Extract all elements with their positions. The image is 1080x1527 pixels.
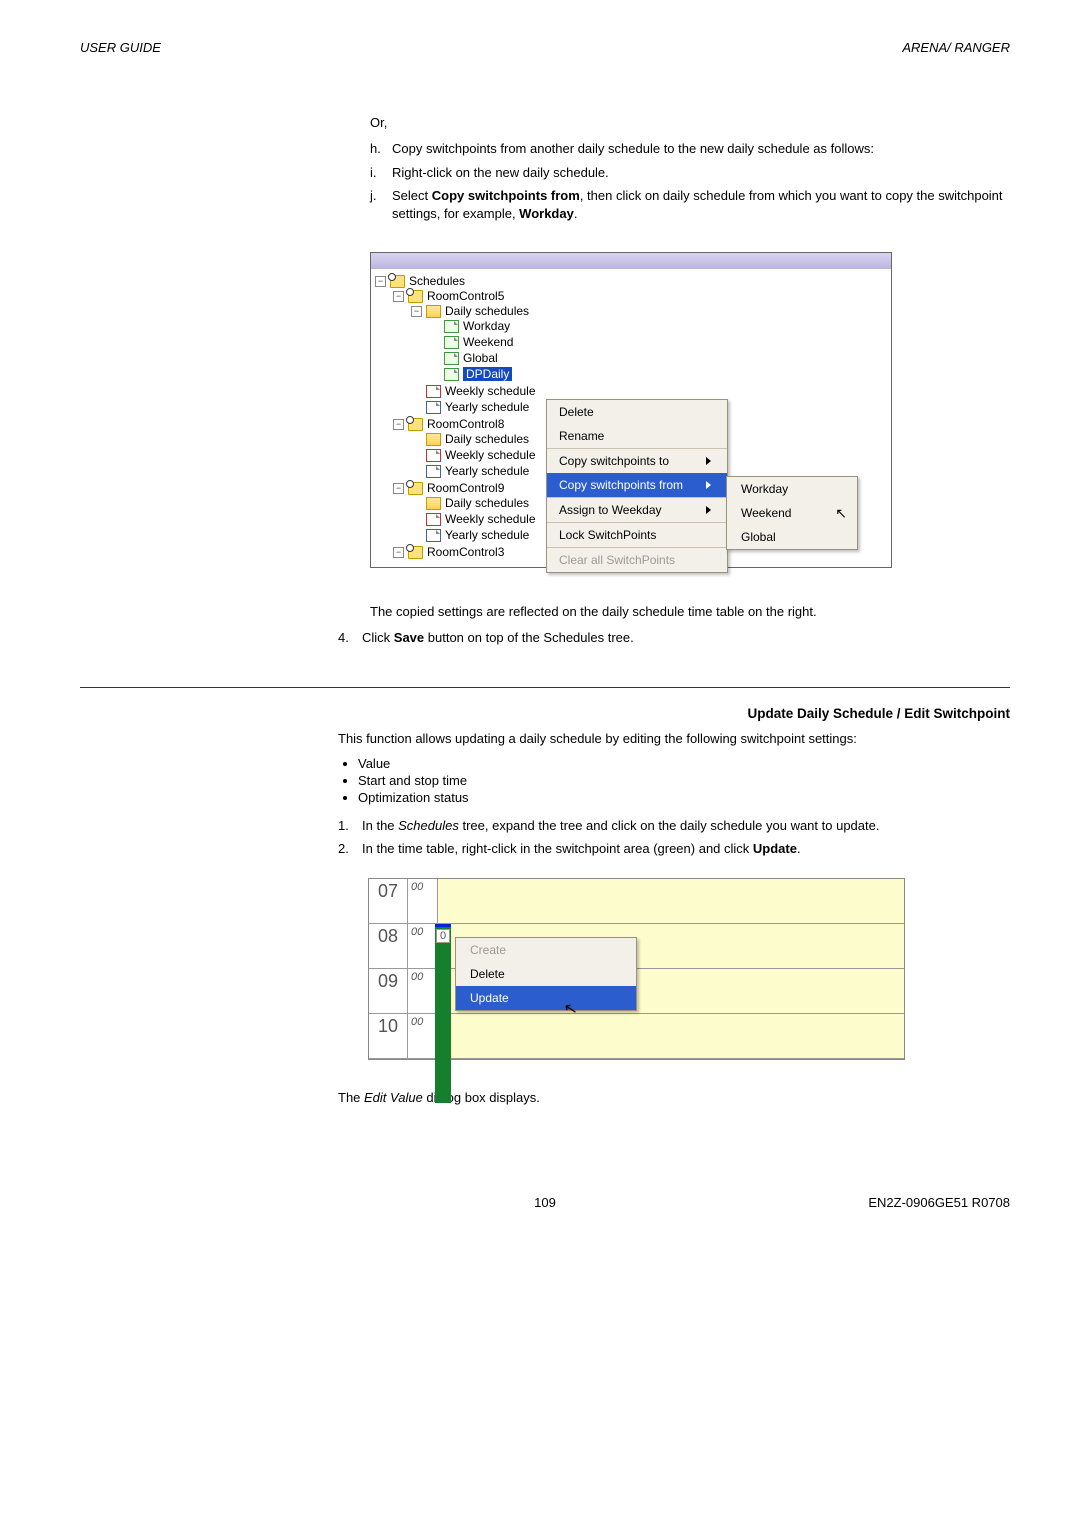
clock-folder-icon	[408, 546, 423, 559]
submenu-weekend[interactable]: Weekend ↖	[727, 501, 857, 525]
folder-icon	[426, 433, 441, 446]
expand-icon[interactable]: −	[393, 291, 404, 302]
ctx-rename[interactable]: Rename	[547, 424, 727, 448]
tt-ctx-create-disabled: Create	[456, 938, 636, 962]
cursor-icon: ↖	[835, 505, 847, 522]
tree-node-rc8[interactable]: RoomControl8	[427, 417, 504, 431]
titlebar	[371, 253, 891, 269]
switchpoint-value: 0	[436, 929, 450, 943]
daily-icon	[444, 336, 459, 349]
footer-page-number: 109	[280, 1195, 810, 1210]
expand-icon[interactable]: −	[375, 276, 386, 287]
yearly-icon	[426, 529, 441, 542]
timetable-context-menu: Create Delete Update	[455, 937, 637, 1011]
tree-root-label[interactable]: Schedules	[409, 274, 465, 288]
tree-leaf-rc8-yearly[interactable]: Yearly schedule	[445, 464, 529, 478]
timetable-hour-07: 07	[369, 879, 408, 923]
submenu-workday[interactable]: Workday	[727, 477, 857, 501]
tree-node-rc5[interactable]: RoomControl5	[427, 289, 504, 303]
section-title: Update Daily Schedule / Edit Switchpoint	[80, 706, 1010, 721]
yearly-icon	[426, 401, 441, 414]
chevron-right-icon	[706, 457, 711, 465]
list-marker-1b: 1.	[338, 817, 362, 835]
weekly-icon	[426, 385, 441, 398]
header-left: USER GUIDE	[80, 40, 161, 55]
chevron-right-icon	[706, 481, 711, 489]
section2-intro: This function allows updating a daily sc…	[338, 731, 1010, 746]
tt-ctx-update[interactable]: Update	[456, 986, 636, 1010]
expand-icon[interactable]: −	[393, 547, 404, 558]
tree-leaf-weekend[interactable]: Weekend	[463, 335, 513, 349]
header-right: ARENA/ RANGER	[902, 40, 1010, 55]
switchpoint-bar[interactable]: 0	[435, 924, 451, 1103]
daily-icon	[444, 368, 459, 381]
bullet-time: Start and stop time	[358, 773, 1010, 788]
step-j-text: Select Copy switchpoints from, then clic…	[392, 187, 1010, 222]
ctx-copy-to[interactable]: Copy switchpoints to	[547, 449, 727, 473]
context-menu: Delete Rename Copy switchpoints to Copy …	[546, 399, 728, 573]
folder-icon	[426, 305, 441, 318]
timetable-min: 00	[408, 879, 438, 923]
list-marker-i: i.	[370, 164, 392, 182]
step-4-text: Click Save button on top of the Schedule…	[362, 629, 634, 647]
timetable-min: 00	[408, 969, 438, 1013]
tree-leaf-global[interactable]: Global	[463, 351, 498, 365]
ctx-lock[interactable]: Lock SwitchPoints	[547, 523, 727, 547]
expand-icon[interactable]: −	[393, 483, 404, 494]
ctx-copy-from[interactable]: Copy switchpoints from	[547, 473, 727, 497]
timetable-hour-09: 09	[369, 969, 408, 1013]
tree-node-rc9-ds[interactable]: Daily schedules	[445, 496, 529, 510]
or-label: Or,	[370, 115, 1010, 130]
tree-node-rc8-ds[interactable]: Daily schedules	[445, 432, 529, 446]
tree-node-rc3[interactable]: RoomControl3	[427, 545, 504, 559]
weekly-icon	[426, 513, 441, 526]
clock-folder-icon	[408, 482, 423, 495]
copy-from-submenu: Workday Weekend ↖ Global	[726, 476, 858, 550]
submenu-global[interactable]: Global	[727, 525, 857, 549]
clock-folder-icon	[390, 275, 405, 288]
tree-leaf-rc8-weekly[interactable]: Weekly schedule	[445, 448, 536, 462]
weekly-icon	[426, 449, 441, 462]
copied-note: The copied settings are reflected on the…	[370, 604, 1010, 619]
daily-icon	[444, 320, 459, 333]
step-2b-text: In the time table, right-click in the sw…	[362, 840, 801, 858]
ctx-clear-disabled: Clear all SwitchPoints	[547, 548, 727, 572]
list-marker-2b: 2.	[338, 840, 362, 858]
timetable[interactable]: 07 00 08 00 09 00 10	[368, 878, 905, 1060]
list-marker-h: h.	[370, 140, 392, 158]
tree-node-rc9[interactable]: RoomControl9	[427, 481, 504, 495]
step-h-text: Copy switchpoints from another daily sch…	[392, 140, 874, 158]
ctx-delete[interactable]: Delete	[547, 400, 727, 424]
chevron-right-icon	[706, 506, 711, 514]
daily-icon	[444, 352, 459, 365]
timetable-hour-08: 08	[369, 924, 408, 968]
timetable-hour-10: 10	[369, 1014, 408, 1058]
tree-leaf-weekly[interactable]: Weekly schedule	[445, 384, 536, 398]
tree-window: −Schedules −RoomControl5 −Daily schedule…	[370, 252, 892, 568]
timetable-min: 00	[408, 1014, 438, 1058]
list-marker-4: 4.	[338, 629, 362, 647]
tree-leaf-rc9-yearly[interactable]: Yearly schedule	[445, 528, 529, 542]
footer-doc-id: EN2Z-0906GE51 R0708	[810, 1195, 1010, 1210]
step-1b-text: In the Schedules tree, expand the tree a…	[362, 817, 879, 835]
expand-icon[interactable]: −	[411, 306, 422, 317]
tt-ctx-delete[interactable]: Delete	[456, 962, 636, 986]
bullet-value: Value	[358, 756, 1010, 771]
list-marker-j: j.	[370, 187, 392, 222]
clock-folder-icon	[408, 290, 423, 303]
clock-folder-icon	[408, 418, 423, 431]
tree-node-rc5-ds[interactable]: Daily schedules	[445, 304, 529, 318]
tree-leaf-yearly[interactable]: Yearly schedule	[445, 400, 529, 414]
yearly-icon	[426, 465, 441, 478]
bullet-optimization: Optimization status	[358, 790, 1010, 805]
tree-leaf-rc9-weekly[interactable]: Weekly schedule	[445, 512, 536, 526]
ctx-assign-weekday[interactable]: Assign to Weekday	[547, 498, 727, 522]
tree-leaf-dpdaily-selected[interactable]: DPDaily	[463, 367, 512, 381]
tree-leaf-workday[interactable]: Workday	[463, 319, 510, 333]
folder-icon	[426, 497, 441, 510]
timetable-min: 00	[408, 924, 438, 968]
expand-icon[interactable]: −	[393, 419, 404, 430]
step-i-text: Right-click on the new daily schedule.	[392, 164, 609, 182]
